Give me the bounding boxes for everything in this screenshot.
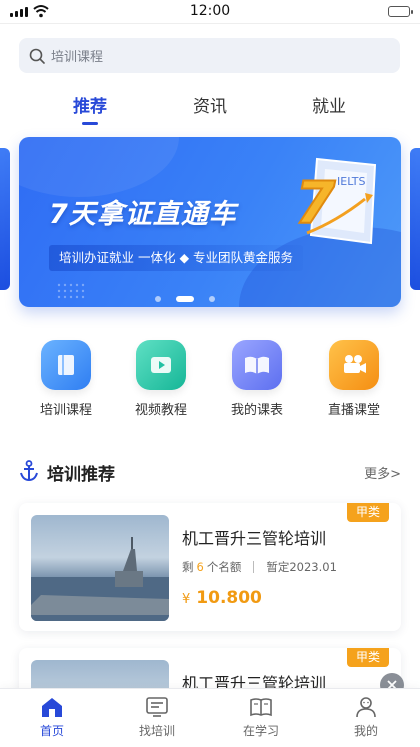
pagination-dot-active[interactable] bbox=[176, 296, 194, 302]
category-tabs: 推荐 资讯 就业 bbox=[0, 88, 420, 128]
study-book-icon bbox=[248, 695, 274, 719]
promo-banner[interactable]: IELTS 7 7天拿证直通车 培训办证就业 一体化 ◆ 专业团队黄金服务 bbox=[19, 137, 401, 307]
banner-title: 7天拿证直通车 bbox=[49, 199, 237, 230]
badge-text: IELTS bbox=[337, 175, 366, 188]
course-title: 机工晋升三管轮培训 bbox=[182, 529, 327, 548]
quick-label: 直播课堂 bbox=[327, 403, 380, 418]
course-meta: 剩 6 个名额 暂定2023.01 bbox=[182, 559, 337, 575]
quick-item-my-schedule[interactable]: 我的课表 bbox=[212, 340, 302, 418]
schedule-book-icon bbox=[232, 340, 282, 390]
badge-number: 7 bbox=[295, 169, 336, 237]
more-link[interactable]: 更多> bbox=[364, 463, 401, 482]
home-icon bbox=[39, 695, 65, 719]
quick-label: 培训课程 bbox=[39, 403, 92, 418]
search-placeholder: 培训课程 bbox=[51, 50, 104, 65]
tab-news[interactable]: 资讯 bbox=[170, 92, 250, 117]
course-date: 暂定2023.01 bbox=[266, 560, 337, 574]
quick-item-video-tutorials[interactable]: 视频教程 bbox=[116, 340, 206, 418]
tab-recommend[interactable]: 推荐 bbox=[50, 92, 130, 117]
video-icon bbox=[136, 340, 186, 390]
quick-label: 我的课表 bbox=[230, 403, 283, 418]
camera-icon bbox=[329, 340, 379, 390]
nav-label: 首页 bbox=[39, 724, 64, 738]
banner-pagination[interactable] bbox=[155, 296, 215, 302]
bottom-nav: 首页 找培训 在学习 我的 bbox=[0, 688, 420, 747]
currency-symbol: ¥ bbox=[182, 592, 191, 607]
remain-suffix: 个名额 bbox=[206, 560, 242, 574]
search-training-icon bbox=[144, 695, 170, 719]
battery-icon bbox=[388, 6, 413, 17]
nav-profile[interactable]: 我的 bbox=[336, 695, 396, 739]
course-card[interactable]: 甲类 机工晋升三管轮培训 剩 6 个名额 暂定2023.01 ¥10.800 bbox=[19, 503, 401, 631]
course-badge: 甲类 bbox=[347, 648, 389, 667]
section-title: 培训推荐 bbox=[47, 465, 115, 485]
search-icon bbox=[29, 48, 45, 64]
remain-count: 6 bbox=[196, 560, 204, 574]
course-thumbnail bbox=[31, 515, 169, 621]
banner-subtitle: 培训办证就业 一体化 ◆ 专业团队黄金服务 bbox=[49, 245, 304, 271]
pagination-dot[interactable] bbox=[209, 296, 215, 302]
anchor-icon bbox=[20, 460, 38, 482]
banner-next-peek[interactable] bbox=[410, 148, 420, 290]
search-input[interactable]: 培训课程 bbox=[19, 38, 400, 73]
nav-studying[interactable]: 在学习 bbox=[231, 695, 291, 739]
course-badge: 甲类 bbox=[347, 503, 389, 522]
remain-prefix: 剩 bbox=[182, 560, 194, 574]
nav-home[interactable]: 首页 bbox=[22, 695, 82, 739]
tab-active-indicator bbox=[82, 122, 98, 125]
quick-menu: 培训课程 视频教程 我的课表 直播课堂 bbox=[19, 340, 401, 420]
tab-jobs[interactable]: 就业 bbox=[289, 92, 369, 117]
status-time: 12:00 bbox=[189, 3, 231, 19]
nav-label: 我的 bbox=[353, 724, 378, 738]
nav-find-training[interactable]: 找培训 bbox=[127, 695, 187, 739]
quick-item-training-courses[interactable]: 培训课程 bbox=[21, 340, 111, 418]
profile-icon bbox=[353, 695, 379, 719]
certificate-illustration: IELTS 7 bbox=[294, 157, 377, 245]
course-price: ¥10.800 bbox=[182, 588, 262, 608]
nav-label: 在学习 bbox=[242, 724, 279, 738]
dot-pattern bbox=[57, 283, 85, 299]
book-icon bbox=[41, 340, 91, 390]
section-header: 培训推荐 更多> bbox=[19, 457, 401, 487]
price-value: 10.800 bbox=[196, 588, 262, 608]
quick-item-live-class[interactable]: 直播课堂 bbox=[309, 340, 399, 418]
banner-prev-peek[interactable] bbox=[0, 148, 10, 290]
status-bar: 12:00 bbox=[0, 0, 420, 24]
pagination-dot[interactable] bbox=[155, 296, 161, 302]
meta-divider bbox=[253, 561, 255, 573]
nav-label: 找培训 bbox=[138, 724, 175, 738]
quick-label: 视频教程 bbox=[134, 403, 187, 418]
